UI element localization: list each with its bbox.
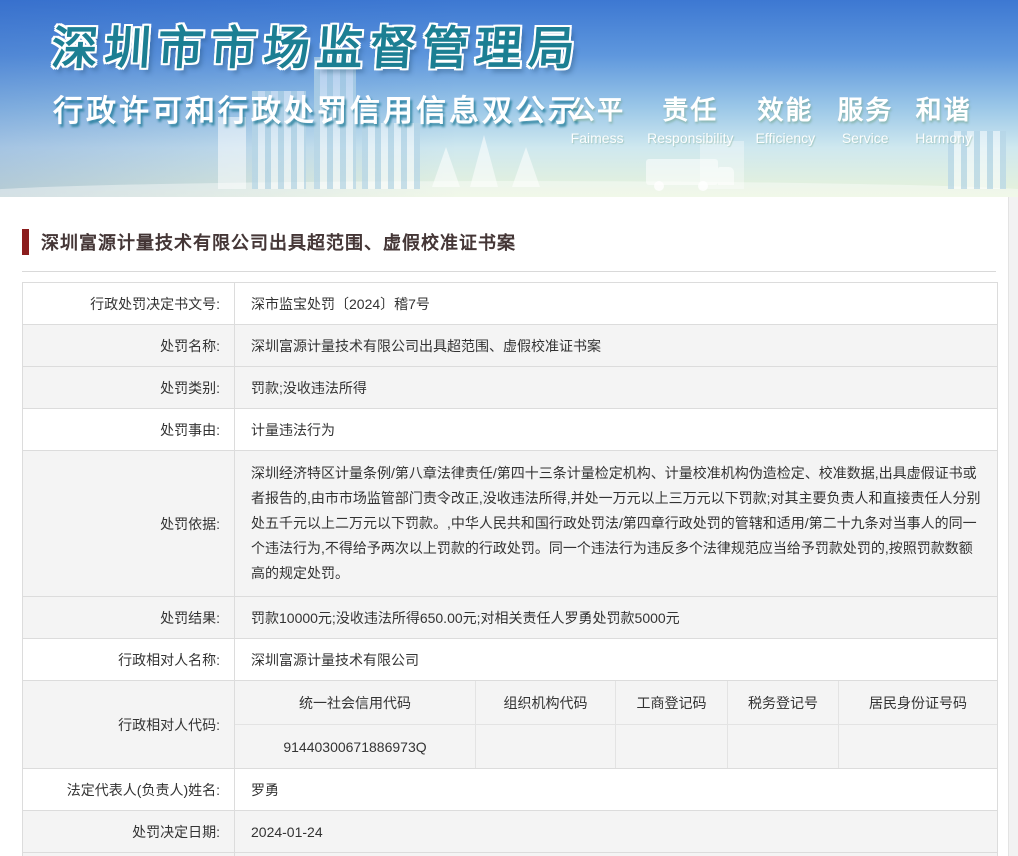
- row-label: 行政相对人代码:: [23, 681, 235, 768]
- table-row-penalty-name: 处罚名称: 深圳富源计量技术有限公司出具超范围、虚假校准证书案: [23, 325, 997, 367]
- slogan-harmony: 和谐 Harmony: [915, 90, 972, 146]
- slogan-en: Harmony: [915, 130, 972, 146]
- skyline-ground: [0, 181, 1018, 197]
- vertical-scrollbar[interactable]: [1008, 197, 1018, 856]
- site-title: 深圳市市场监督管理局: [50, 12, 585, 78]
- slogan-cn: 责任: [662, 90, 718, 127]
- slogan-efficiency: 效能 Efficiency: [756, 90, 816, 146]
- row-value: 罗勇: [235, 769, 997, 810]
- code-col-value: 91440300671886973Q: [235, 725, 476, 768]
- code-col-header: 税务登记号: [728, 681, 839, 724]
- row-label: 处罚事由:: [23, 409, 235, 450]
- title-accent-bar: [22, 229, 29, 255]
- header-banner: 深圳市市场监督管理局 行政许可和行政处罚信用信息双公示 公平 Faimess 责…: [0, 0, 1018, 197]
- row-value: 深圳富源计量技术有限公司出具超范围、虚假校准证书案: [235, 325, 997, 366]
- table-row-penalty-basis: 处罚依据: 深圳经济特区计量条例/第八章法律责任/第四十三条计量检定机构、计量校…: [23, 451, 997, 597]
- code-col-header: 统一社会信用代码: [235, 681, 476, 724]
- row-value: 深圳富源计量技术有限公司: [235, 639, 997, 680]
- row-label: 处罚结果:: [23, 597, 235, 638]
- slogan-en: Service: [842, 130, 889, 146]
- penalty-info-table: 行政处罚决定书文号: 深市监宝处罚〔2024〕稽7号 处罚名称: 深圳富源计量技…: [22, 282, 998, 856]
- tree-silhouette: [470, 135, 498, 187]
- table-row-penalty-reason: 处罚事由: 计量违法行为: [23, 409, 997, 451]
- table-row-penalty-category: 处罚类别: 罚款;没收违法所得: [23, 367, 997, 409]
- building-silhouette: [362, 123, 420, 189]
- row-label: 处罚决定日期:: [23, 811, 235, 852]
- row-label: 法定代表人(负责人)姓名:: [23, 769, 235, 810]
- page-title: 深圳富源计量技术有限公司出具超范围、虚假校准证书案: [41, 229, 516, 255]
- slogan-cn: 效能: [757, 90, 813, 127]
- row-label: 处罚类别:: [23, 367, 235, 408]
- slogan-fairness: 公平 Faimess: [569, 90, 625, 146]
- row-label: 行政相对人名称:: [23, 639, 235, 680]
- slogan-responsibility: 责任 Responsibility: [647, 90, 733, 146]
- row-value: 罚款;没收违法所得: [235, 367, 997, 408]
- party-code-grid: 统一社会信用代码 组织机构代码 工商登记码 税务登记号 居民身份证号码 9144…: [235, 681, 997, 768]
- row-label: 处罚依据:: [23, 451, 235, 596]
- code-col-value: [476, 725, 616, 768]
- code-col-header: 居民身份证号码: [839, 681, 997, 724]
- row-label: 行政处罚决定书文号:: [23, 283, 235, 324]
- code-value-row: 91440300671886973Q: [235, 725, 997, 768]
- main-content: 深圳富源计量技术有限公司出具超范围、虚假校准证书案 行政处罚决定书文号: 深市监…: [0, 229, 1018, 856]
- code-header-row: 统一社会信用代码 组织机构代码 工商登记码 税务登记号 居民身份证号码: [235, 681, 997, 725]
- slogan-service: 服务 Service: [837, 90, 893, 146]
- site-subtitle: 行政许可和行政处罚信用信息双公示: [53, 86, 581, 130]
- table-row-party-codes: 行政相对人代码: 统一社会信用代码 组织机构代码 工商登记码 税务登记号 居民身…: [23, 681, 997, 769]
- slogan-en: Efficiency: [756, 130, 816, 146]
- table-row-document-number: 行政处罚决定书文号: 深市监宝处罚〔2024〕稽7号: [23, 283, 997, 325]
- slogan-en: Responsibility: [647, 130, 733, 146]
- row-label: 处罚名称:: [23, 325, 235, 366]
- row-value: 罚款10000元;没收违法所得650.00元;对相关责任人罗勇处罚款5000元: [235, 597, 997, 638]
- slogan-en: Faimess: [571, 130, 624, 146]
- row-value: 计量违法行为: [235, 409, 997, 450]
- slogan-cn: 和谐: [916, 90, 972, 127]
- tree-silhouette: [512, 147, 540, 187]
- slogan-cn: 公平: [569, 90, 625, 127]
- slogan-group: 公平 Faimess 责任 Responsibility 效能 Efficien…: [569, 90, 972, 146]
- truck-silhouette: [646, 159, 718, 185]
- table-row-penalty-result: 处罚结果: 罚款10000元;没收违法所得650.00元;对相关责任人罗勇处罚款…: [23, 597, 997, 639]
- code-col-value: [839, 725, 997, 768]
- table-row-party-name: 行政相对人名称: 深圳富源计量技术有限公司: [23, 639, 997, 681]
- row-value: 深市监宝处罚〔2024〕稽7号: [235, 283, 997, 324]
- table-row-legal-representative: 法定代表人(负责人)姓名: 罗勇: [23, 769, 997, 811]
- case-header: 深圳富源计量技术有限公司出具超范围、虚假校准证书案: [22, 229, 996, 255]
- table-row-decision-date: 处罚决定日期: 2024-01-24: [23, 811, 997, 853]
- title-separator: [22, 271, 996, 272]
- code-col-header: 组织机构代码: [476, 681, 616, 724]
- slogan-cn: 服务: [837, 90, 893, 127]
- code-col-header: 工商登记码: [616, 681, 728, 724]
- tree-silhouette: [432, 147, 460, 187]
- code-col-value: [616, 725, 728, 768]
- row-value: 2024-01-24: [235, 811, 997, 852]
- code-col-value: [728, 725, 839, 768]
- row-value: 深圳经济特区计量条例/第八章法律责任/第四十三条计量检定机构、计量校准机构伪造检…: [235, 451, 997, 596]
